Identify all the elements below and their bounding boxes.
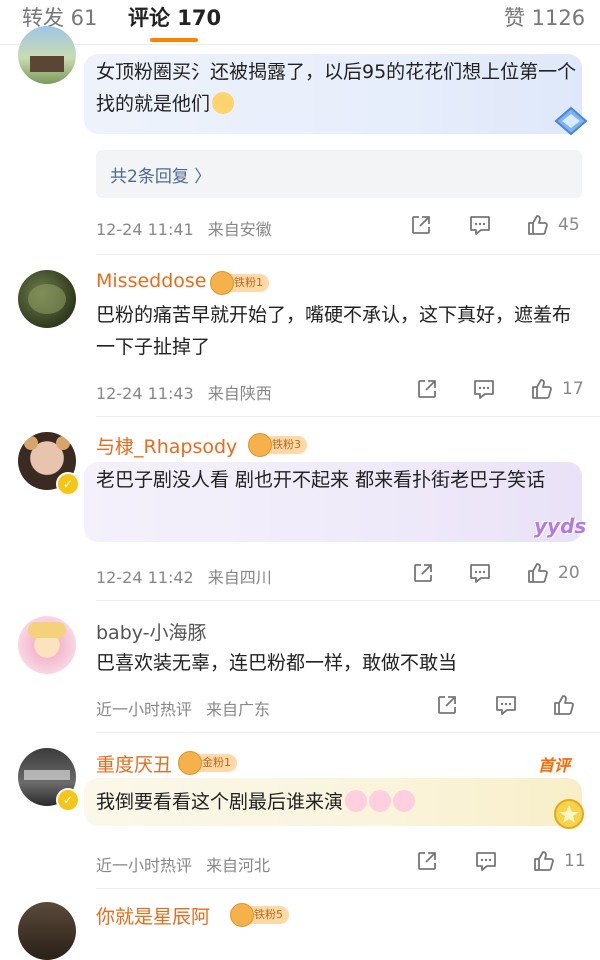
- comment-text: 巴喜欢装无辜，连巴粉都一样，敢做不敢当: [96, 652, 458, 674]
- like-count: 17: [562, 379, 584, 399]
- comment-meta: 12-24 11:41 来自安徽: [96, 220, 272, 239]
- comment-tabs: 转发 61 评论 170 赞 1126: [0, 0, 600, 45]
- like-button[interactable]: [552, 693, 576, 717]
- divider: [96, 254, 600, 255]
- username[interactable]: 与棣_Rhapsody: [96, 432, 237, 459]
- thumbs-up-icon: [528, 563, 548, 583]
- avatar[interactable]: [18, 270, 76, 328]
- thumbs-up-icon: [532, 379, 552, 399]
- like-count: 11: [564, 851, 586, 871]
- gold-medal-sticker-icon: [554, 799, 584, 829]
- thumbs-up-icon: [554, 695, 574, 715]
- fan-crest-icon: [230, 903, 254, 927]
- yyds-sticker: yyds: [534, 514, 587, 538]
- tab-repost[interactable]: 转发 61: [22, 2, 97, 32]
- divider: [96, 888, 600, 889]
- avatar[interactable]: [18, 26, 76, 84]
- reply-button[interactable]: [474, 850, 498, 872]
- fan-badge: 金粉1: [178, 751, 237, 775]
- like-count: 45: [558, 215, 580, 235]
- avatar[interactable]: [18, 616, 76, 674]
- share-icon: [414, 564, 432, 582]
- like-button[interactable]: 20: [526, 561, 580, 585]
- comment-text: 女顶粉圈买氵还被揭露了，以后95的花花们想上位第一个找的就是他们: [96, 61, 577, 115]
- username[interactable]: 你就是星辰阿: [96, 902, 210, 929]
- divider: [96, 732, 600, 733]
- comment-text: 老巴子剧没人看 剧也开不起来 都来看扑街老巴子笑话: [96, 469, 546, 491]
- thumbs-up-icon: [528, 215, 548, 235]
- share-button[interactable]: [412, 562, 434, 584]
- comment-meta: 近一小时热评 来自广东: [96, 700, 271, 719]
- like-button[interactable]: 45: [526, 213, 580, 237]
- share-icon: [438, 696, 456, 714]
- username[interactable]: baby-小海豚: [96, 618, 207, 645]
- fan-badge: 铁粉3: [248, 433, 307, 457]
- comment-text: 我倒要看看这个剧最后谁来演: [96, 786, 586, 818]
- like-button[interactable]: 17: [530, 377, 584, 401]
- fan-crest-icon: [178, 751, 202, 775]
- comment-icon: [470, 216, 490, 235]
- thumbs-up-icon: [534, 851, 554, 871]
- reply-button[interactable]: [494, 694, 518, 716]
- like-count: 20: [558, 563, 580, 583]
- cat-emoji-icon: [212, 92, 235, 114]
- username[interactable]: 重度厌丑: [96, 750, 172, 777]
- share-button[interactable]: [410, 214, 432, 236]
- comment-text: 巴粉的痛苦早就开始了，嘴硬不承认，这下真好，遮羞布一下子扯掉了: [96, 304, 572, 358]
- comment-meta: 近一小时热评 来自河北: [96, 856, 271, 875]
- share-icon: [412, 216, 430, 234]
- pink-face-emoji-icon: [393, 790, 416, 812]
- pink-face-emoji-icon: [369, 790, 392, 812]
- like-button[interactable]: 11: [532, 849, 586, 873]
- pink-face-emoji-icon: [345, 790, 368, 812]
- fan-badge: 铁粉5: [230, 903, 289, 927]
- fan-crest-icon: [210, 271, 234, 295]
- first-comment-tag: 首评: [538, 756, 571, 775]
- comment-icon: [476, 852, 496, 871]
- view-replies-button[interactable]: 共2条回复 〉: [96, 150, 582, 198]
- tab-likes[interactable]: 赞 1126: [504, 2, 585, 32]
- tab-comments[interactable]: 评论 170: [128, 2, 221, 32]
- share-icon: [418, 380, 436, 398]
- fan-crest-icon: [248, 433, 272, 457]
- username[interactable]: Misseddose: [96, 270, 207, 292]
- comment-meta: 12-24 11:43 来自陕西: [96, 384, 272, 403]
- verified-badge-icon: ✓: [56, 788, 80, 812]
- reply-button[interactable]: [468, 562, 492, 584]
- comment-icon: [470, 564, 490, 583]
- share-icon: [418, 852, 436, 870]
- avatar[interactable]: [18, 902, 76, 960]
- share-button[interactable]: [436, 694, 458, 716]
- verified-badge-icon: ✓: [56, 472, 80, 496]
- comment-meta: 12-24 11:42 来自四川: [96, 568, 272, 587]
- divider: [96, 416, 600, 417]
- reply-button[interactable]: [468, 214, 492, 236]
- divider: [96, 600, 600, 601]
- diamond-sticker-icon: [554, 106, 588, 136]
- active-tab-indicator: [150, 38, 198, 42]
- comment-icon: [474, 380, 494, 399]
- share-button[interactable]: [416, 850, 438, 872]
- fan-badge: 铁粉1: [210, 271, 269, 295]
- comment-icon: [496, 696, 516, 715]
- share-button[interactable]: [416, 378, 438, 400]
- reply-button[interactable]: [472, 378, 496, 400]
